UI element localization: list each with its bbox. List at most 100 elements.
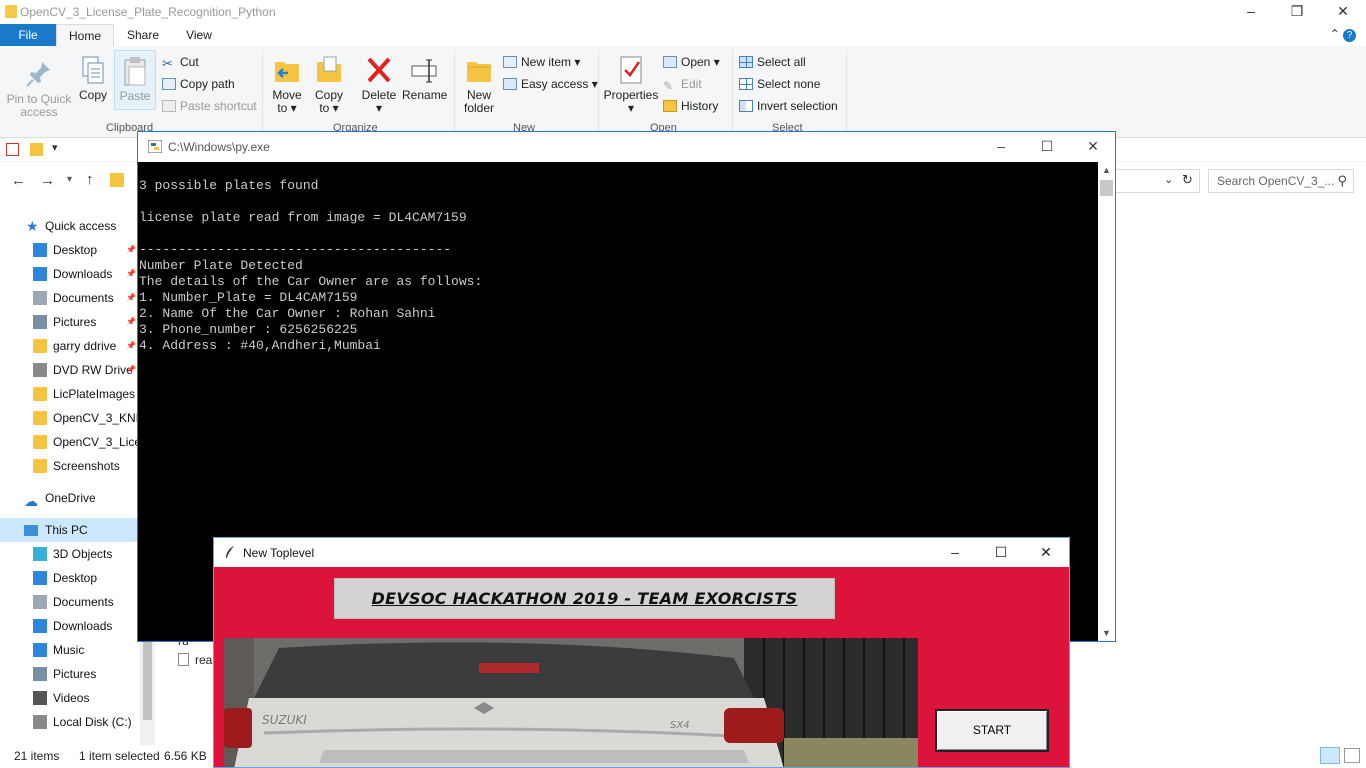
sidebar-item[interactable]: OpenCV_3_License	[0, 430, 140, 454]
scroll-down-arrow-icon[interactable]: ▼	[1098, 625, 1115, 641]
pin-icon: 📌	[126, 293, 136, 302]
address-dropdown-icon[interactable]: ⌄	[1164, 173, 1173, 186]
rename-icon	[411, 59, 437, 83]
qat-dropdown-icon[interactable]: ▾	[52, 141, 58, 154]
file-name: rea	[195, 653, 213, 667]
sidebar-item[interactable]: Screenshots	[0, 454, 140, 478]
sidebar-item[interactable]: OpenCV_3_KNN	[0, 406, 140, 430]
search-placeholder: Search OpenCV_3_...	[1217, 174, 1335, 188]
sidebar-item[interactable]: Pictures	[0, 662, 140, 686]
address-folder-icon	[110, 173, 124, 187]
delete-button[interactable]: Delete ▾	[358, 54, 400, 115]
console-line: The details of the Car Owner are as foll…	[139, 274, 483, 289]
sidebar-item-label: Documents	[53, 291, 114, 305]
tab-share[interactable]: Share	[118, 24, 168, 46]
open-label: Open	[681, 55, 711, 69]
console-scrollbar[interactable]: ▲ ▼	[1098, 162, 1115, 641]
rename-button[interactable]: Rename	[402, 54, 447, 102]
ribbon-collapse-icon[interactable]: ⌃ ?	[1330, 27, 1356, 42]
history-icon	[663, 100, 677, 112]
toplevel-maximize-button[interactable]: ☐	[978, 538, 1024, 567]
copy-to-button[interactable]: Copy to ▾	[310, 54, 348, 115]
console-close-button[interactable]: ✕	[1070, 132, 1116, 162]
group-separator	[846, 50, 847, 134]
details-view-icon[interactable]	[1320, 747, 1340, 764]
sidebar-item[interactable]: Documents 📌	[0, 286, 140, 310]
copy-button[interactable]: Copy	[76, 54, 110, 102]
new-folder-qat-icon[interactable]	[30, 143, 43, 156]
move-to-button[interactable]: Move to ▾	[268, 54, 306, 115]
pin-quick-access-button[interactable]: Pin to Quick access	[4, 58, 74, 119]
tab-file[interactable]: File	[0, 24, 56, 46]
sidebar-item[interactable]: Local Disk (C:)	[0, 710, 140, 734]
search-input[interactable]: Search OpenCV_3_... ⚲	[1208, 169, 1354, 193]
open-button[interactable]: Open ▾	[663, 52, 720, 72]
sidebar-item[interactable]: Music	[0, 638, 140, 662]
select-all-icon	[739, 56, 753, 68]
refresh-icon[interactable]: ↻	[1182, 172, 1193, 188]
console-maximize-button[interactable]: ☐	[1024, 132, 1070, 162]
sidebar-item[interactable]: DVD RW Drive 📌	[0, 358, 140, 382]
copy-to-icon	[317, 56, 341, 82]
sidebar-item[interactable]: garry ddrive 📌	[0, 334, 140, 358]
copy-path-button[interactable]: Copy path	[162, 74, 235, 94]
sidebar-item[interactable]: Downloads 📌	[0, 262, 140, 286]
console-title: C:\Windows\py.exe	[168, 140, 270, 154]
toplevel-minimize-button[interactable]: –	[932, 538, 978, 567]
toplevel-close-button[interactable]: ✕	[1023, 538, 1069, 567]
restore-button[interactable]: ❐	[1274, 0, 1320, 24]
tab-view[interactable]: View	[176, 24, 222, 46]
up-arrow-icon[interactable]: ↑	[86, 171, 94, 188]
address-bar[interactable]: ⌄ ↻	[1112, 169, 1200, 193]
new-item-button[interactable]: New item ▾	[503, 52, 580, 72]
edit-pencil-icon: ✎	[663, 79, 674, 93]
file-list-item[interactable]: rea	[178, 653, 212, 667]
sidebar-item[interactable]: Pictures 📌	[0, 310, 140, 334]
sidebar-item[interactable]: Desktop	[0, 566, 140, 590]
cut-button[interactable]: ✂ Cut	[162, 52, 199, 72]
pin-icon: 📌	[126, 365, 136, 374]
folder-icon	[33, 715, 47, 729]
nav-quick-access[interactable]: ★ Quick access	[0, 214, 140, 238]
easy-access-label: Easy access	[521, 77, 589, 91]
sidebar-item[interactable]: Desktop 📌	[0, 238, 140, 262]
history-button[interactable]: History	[663, 96, 718, 116]
forward-arrow-icon[interactable]: →	[40, 172, 55, 189]
nav-this-pc[interactable]: This PC	[0, 518, 140, 542]
back-arrow-icon[interactable]: ←	[11, 172, 26, 189]
invert-selection-button[interactable]: Invert selection	[739, 96, 838, 116]
tab-home[interactable]: Home	[56, 24, 114, 46]
console-line: 4. Address : #40,Andheri,Mumbai	[139, 338, 381, 353]
paste-button[interactable]: Paste	[114, 50, 156, 110]
sidebar-item[interactable]: Downloads	[0, 614, 140, 638]
sidebar-item[interactable]: LicPlateImages	[0, 382, 140, 406]
large-icons-view-icon[interactable]	[1344, 748, 1360, 763]
text-file-icon	[178, 653, 189, 666]
scroll-thumb[interactable]	[1100, 180, 1113, 196]
move-to-icon	[275, 62, 299, 82]
close-button[interactable]: ✕	[1320, 0, 1366, 24]
sidebar-item[interactable]: Videos	[0, 686, 140, 710]
toplevel-window: New Toplevel – ☐ ✕ DEVSOC HACKATHON 2019…	[213, 537, 1070, 768]
sidebar-item[interactable]: 3D Objects	[0, 542, 140, 566]
new-folder-button[interactable]: New folder	[458, 54, 500, 115]
scroll-up-arrow-icon[interactable]: ▲	[1098, 162, 1115, 178]
console-minimize-button[interactable]: –	[978, 132, 1024, 162]
select-all-button[interactable]: Select all	[739, 52, 806, 72]
paste-shortcut-button[interactable]: Paste shortcut	[162, 96, 257, 116]
edit-button[interactable]: ✎ Edit	[663, 74, 702, 94]
easy-access-button[interactable]: Easy access ▾	[503, 74, 598, 94]
properties-button[interactable]: Properties ▾	[602, 54, 660, 115]
sidebar-item[interactable]: Documents	[0, 590, 140, 614]
folder-icon	[33, 619, 47, 633]
properties-check-icon[interactable]	[6, 143, 19, 156]
cloud-icon: ☁	[24, 493, 38, 509]
group-separator	[262, 50, 263, 134]
nav-onedrive[interactable]: ☁ OneDrive	[0, 486, 140, 510]
start-button[interactable]: START	[935, 709, 1049, 752]
paste-shortcut-icon	[162, 100, 176, 112]
console-line: 3. Phone_number : 6256256225	[139, 322, 358, 337]
minimize-button[interactable]: –	[1228, 0, 1274, 24]
recent-locations-icon[interactable]: ▾	[67, 174, 72, 185]
select-none-button[interactable]: Select none	[739, 74, 820, 94]
